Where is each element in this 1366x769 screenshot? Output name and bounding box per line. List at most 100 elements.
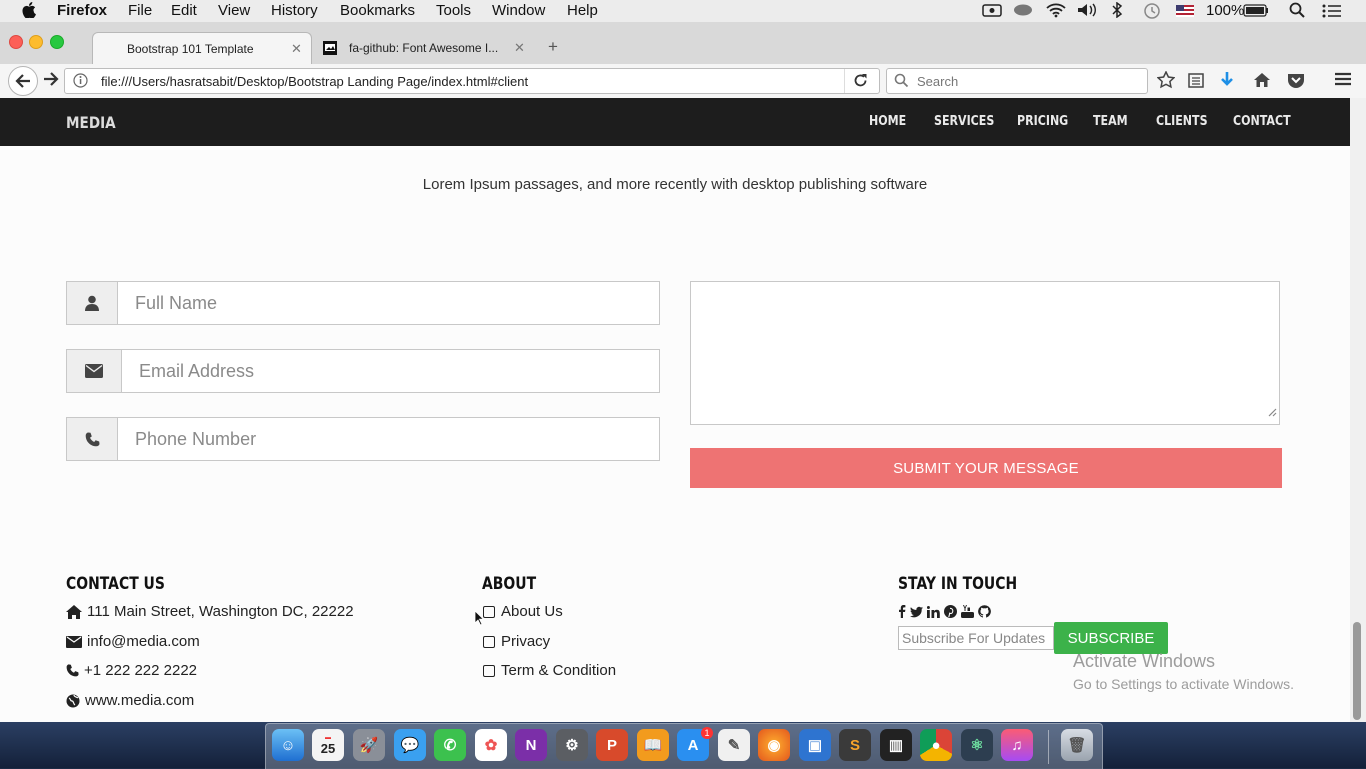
forward-arrow-icon[interactable] [43,72,59,91]
about-link-privacy[interactable]: Privacy [483,633,550,650]
nav-home[interactable]: HOME [869,114,906,129]
phone-input[interactable]: Phone Number [135,418,256,460]
nav-clients[interactable]: CLIENTS [1156,114,1208,129]
page-scrollbar-thumb[interactable] [1353,622,1361,720]
powerpoint-icon[interactable]: P [596,729,628,761]
browser-toolbar: file:///Users/hasratsabit/Desktop/Bootst… [0,64,1366,99]
volume-icon[interactable] [1077,3,1099,21]
envelope-icon [67,350,122,392]
trash-icon[interactable]: 🗑 [1061,729,1093,761]
bookmark-star-icon[interactable] [1156,70,1176,94]
tab-bootstrap-template[interactable]: Bootstrap 101 Template ✕ [92,32,312,65]
battery-percent[interactable]: 100% [1206,2,1244,19]
window-close-button[interactable] [9,35,23,49]
screen-record-icon[interactable] [982,3,1002,21]
search-placeholder: Search [917,74,959,89]
address-text: 111 Main Street, Washington DC, 22222 [87,603,354,620]
menu-bookmarks[interactable]: Bookmarks [340,2,415,19]
photos-icon[interactable]: ✿ [475,729,507,761]
onenote-icon[interactable]: N [515,729,547,761]
phone-group: Phone Number [66,417,660,461]
home-icon [66,604,82,619]
search-box[interactable]: Search [886,68,1148,94]
nav-contact[interactable]: CONTACT [1233,114,1291,129]
wifi-icon[interactable] [1046,2,1066,22]
creative-cloud-icon[interactable] [1013,3,1033,21]
calendar-icon[interactable]: ▬ 25 [312,729,344,761]
spotlight-search-icon[interactable] [1289,2,1305,22]
full-name-input[interactable]: Full Name [135,282,217,324]
pinterest-icon[interactable] [944,605,957,623]
notification-center-icon[interactable] [1322,4,1342,22]
twitter-icon[interactable] [910,605,923,623]
site-navbar: MEDIA HOME SERVICES PRICING TEAM CLIENTS… [0,98,1350,146]
url-bar[interactable]: file:///Users/hasratsabit/Desktop/Bootst… [64,68,880,94]
apple-menu-icon[interactable] [22,2,36,22]
message-textarea[interactable] [690,281,1280,425]
about-link-about-us[interactable]: About Us [483,603,563,620]
menu-tools[interactable]: Tools [436,2,471,19]
subscribe-button[interactable]: SUBSCRIBE [1054,622,1168,654]
email-line: info@media.com [66,633,200,650]
email-text[interactable]: info@media.com [87,633,200,650]
email-group: Email Address [66,349,660,393]
email-input[interactable]: Email Address [139,350,254,392]
youtube-icon[interactable] [961,605,974,623]
submit-message-button[interactable]: SUBMIT YOUR MESSAGE [690,448,1282,488]
chrome-icon[interactable]: ● [920,729,952,761]
about-link-label: About Us [501,603,563,620]
menu-window[interactable]: Window [492,2,545,19]
subscribe-input[interactable]: Subscribe For Updates [898,626,1054,650]
ibooks-icon[interactable]: 📖 [637,729,669,761]
messages-icon[interactable]: 💬 [394,729,426,761]
tab-close-icon[interactable]: ✕ [291,41,302,57]
site-brand[interactable]: MEDIA [66,113,116,132]
globe-icon [66,694,80,707]
bluetooth-icon[interactable] [1111,1,1123,22]
us-flag-icon[interactable] [1176,4,1194,21]
phone-icon [67,418,118,460]
system-preferences-icon[interactable]: ⚙ [556,729,588,761]
menu-app-name[interactable]: Firefox [57,2,107,19]
linkedin-icon[interactable] [926,605,940,623]
about-heading: ABOUT [482,574,537,594]
window-minimize-button[interactable] [29,35,43,49]
reading-list-icon[interactable] [1187,71,1205,94]
tab-fa-github[interactable]: fa-github: Font Awesome I... ✕ [314,32,534,64]
info-icon[interactable] [73,73,88,91]
downloads-icon[interactable] [1219,71,1235,94]
menu-history[interactable]: History [271,2,318,19]
back-button[interactable] [8,66,38,96]
itunes-icon[interactable]: ♫ [1001,729,1033,761]
hamburger-menu-icon[interactable] [1334,71,1352,92]
resize-handle-icon[interactable] [1267,404,1277,422]
menu-help[interactable]: Help [567,2,598,19]
sublime-text-icon[interactable]: S [839,729,871,761]
atom-icon[interactable]: ⚛ [961,729,993,761]
tab-close-icon[interactable]: ✕ [514,40,525,56]
facebook-icon[interactable] [898,605,906,623]
about-link-terms[interactable]: Term & Condition [483,662,616,679]
home-icon[interactable] [1253,71,1271,94]
facetime-icon[interactable]: ✆ [434,729,466,761]
website-text[interactable]: www.media.com [85,692,194,709]
nav-services[interactable]: SERVICES [934,114,994,129]
textedit-icon[interactable]: ✎ [718,729,750,761]
battery-icon[interactable] [1243,4,1269,21]
nav-team[interactable]: TEAM [1093,114,1128,129]
reload-icon[interactable] [853,73,868,91]
screen-sharing-icon[interactable]: ▣ [799,729,831,761]
menu-file[interactable]: File [128,2,152,19]
finder-icon[interactable]: ☺ [272,729,304,761]
menu-view[interactable]: View [218,2,250,19]
menu-edit[interactable]: Edit [171,2,197,19]
window-zoom-button[interactable] [50,35,64,49]
new-tab-icon[interactable]: + [548,37,558,57]
firefox-icon[interactable]: ◉ [758,729,790,761]
github-icon[interactable] [978,605,991,623]
pocket-icon[interactable] [1287,71,1305,94]
time-machine-icon[interactable] [1143,2,1161,24]
window-manager-icon[interactable]: ▥ [880,729,912,761]
launchpad-icon[interactable]: 🚀 [353,729,385,761]
nav-pricing[interactable]: PRICING [1017,114,1068,129]
